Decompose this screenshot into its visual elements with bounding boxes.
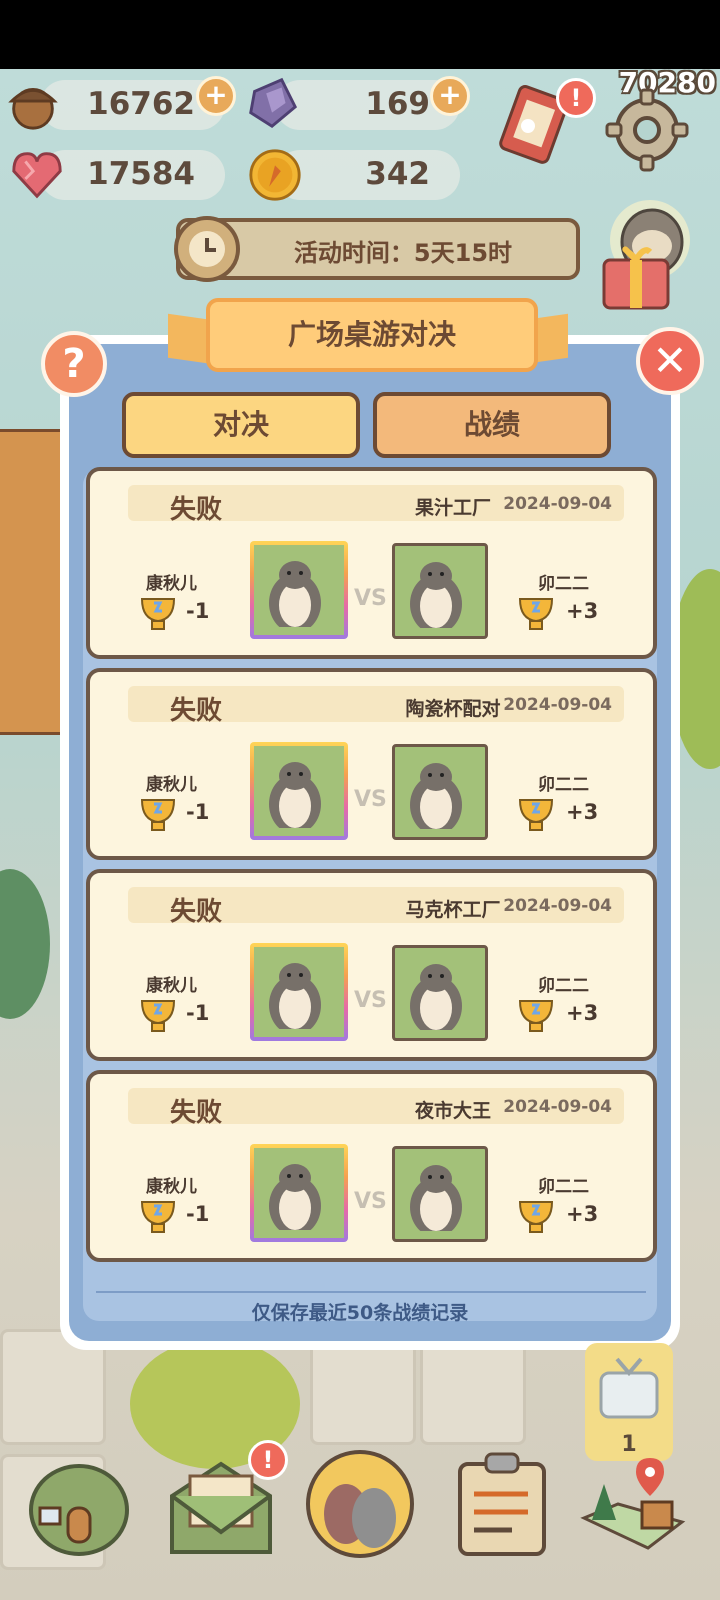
record-header: 失败 夜市大王 2024-09-04 (128, 1088, 624, 1128)
tab-records[interactable]: 战绩 (373, 392, 611, 458)
trophy-icon (514, 1194, 558, 1238)
tasks-button[interactable] (452, 1448, 562, 1558)
house-icon (29, 1464, 129, 1556)
home-button[interactable] (24, 1448, 134, 1558)
divider (96, 1291, 646, 1293)
gem-value: 169 (365, 86, 430, 122)
sloth-gift-icon[interactable] (590, 190, 700, 320)
record-card[interactable]: 失败 果汁工厂 2024-09-04 康秋儿 -1 VS 卯二二 +3 (86, 467, 657, 659)
record-card[interactable]: 失败 陶瓷杯配对 2024-09-04 康秋儿 -1 VS 卯二二 +3 (86, 668, 657, 860)
friends-icon (306, 1450, 414, 1558)
add-gem-button[interactable]: + (430, 76, 470, 116)
clipboard-icon (458, 1452, 546, 1556)
record-header: 失败 果汁工厂 2024-09-04 (128, 485, 624, 525)
opponent-avatar (392, 744, 488, 840)
add-acorn-button[interactable]: + (196, 76, 236, 116)
opponent-avatar (392, 945, 488, 1041)
map-button[interactable] (578, 1448, 688, 1558)
carrot-coin-icon (249, 149, 301, 201)
trophy-icon (136, 792, 180, 836)
vs-label: VS (354, 1189, 387, 1214)
match-date: 2024-09-04 (503, 1097, 612, 1117)
trophy-icon (514, 993, 558, 1037)
trophy-icon (514, 792, 558, 836)
match-result: 失败 (170, 495, 223, 525)
gear-icon[interactable] (605, 88, 689, 172)
heart-value: 17584 (87, 156, 195, 192)
match-result: 失败 (170, 897, 223, 927)
record-header: 失败 马克杯工厂 2024-09-04 (128, 887, 624, 927)
opponent-score-change: +3 (566, 1001, 599, 1025)
record-header: 失败 陶瓷杯配对 2024-09-04 (128, 686, 624, 726)
crystal-icon (249, 77, 298, 128)
mail-alert-badge: ! (248, 1440, 288, 1480)
player-score-change: -1 (186, 800, 210, 824)
player-score-change: -1 (186, 1202, 210, 1226)
match-date: 2024-09-04 (503, 896, 612, 916)
friends-button[interactable] (304, 1448, 414, 1558)
clock-icon (174, 216, 240, 282)
record-card[interactable]: 失败 马克杯工厂 2024-09-04 康秋儿 -1 VS 卯二二 +3 (86, 869, 657, 1061)
gift-slot[interactable]: 1 (585, 1343, 673, 1461)
player-score-change: -1 (186, 599, 210, 623)
record-card[interactable]: 失败 夜市大王 2024-09-04 康秋儿 -1 VS 卯二二 +3 (86, 1070, 657, 1262)
match-date: 2024-09-04 (503, 494, 612, 514)
match-result: 失败 (170, 696, 223, 726)
acorn-icon (8, 88, 58, 130)
vs-label: VS (354, 988, 387, 1013)
help-button[interactable]: ? (41, 331, 107, 397)
dialog-title: 广场桌游对决 (206, 298, 538, 372)
match-result: 失败 (170, 1098, 223, 1128)
trophy-icon (136, 993, 180, 1037)
close-button[interactable]: ✕ (636, 327, 704, 395)
player-avatar (250, 541, 348, 639)
status-bar (0, 0, 720, 69)
player-avatar (250, 1144, 348, 1242)
tab-battle[interactable]: 对决 (122, 392, 360, 458)
trophy-icon (136, 591, 180, 635)
map-icon (580, 1458, 686, 1550)
heart-gem-icon (12, 152, 62, 199)
acorn-value: 16762 (87, 86, 195, 122)
alert-badge: ! (556, 78, 596, 118)
coin-value: 342 (365, 156, 430, 192)
trophy-icon (514, 591, 558, 635)
opponent-avatar (392, 543, 488, 639)
player-score-change: -1 (186, 1001, 210, 1025)
vs-label: VS (354, 787, 387, 812)
wrapped-gift-icon (599, 1357, 659, 1419)
records-limit-note: 仅保存最近50条战绩记录 (251, 1302, 469, 1324)
round-bush (0, 869, 50, 1019)
player-avatar (250, 742, 348, 840)
opponent-avatar (392, 1146, 488, 1242)
match-date: 2024-09-04 (503, 695, 612, 715)
heart-counter: 17584 (40, 150, 225, 200)
player-avatar (250, 943, 348, 1041)
opponent-score-change: +3 (566, 599, 599, 623)
trophy-icon (136, 1194, 180, 1238)
event-timer: 活动时间：5天15时 (174, 216, 580, 282)
vs-label: VS (354, 586, 387, 611)
event-timer-label: 活动时间：5天15时 (293, 239, 513, 267)
opponent-score-change: +3 (566, 800, 599, 824)
opponent-score-change: +3 (566, 1202, 599, 1226)
